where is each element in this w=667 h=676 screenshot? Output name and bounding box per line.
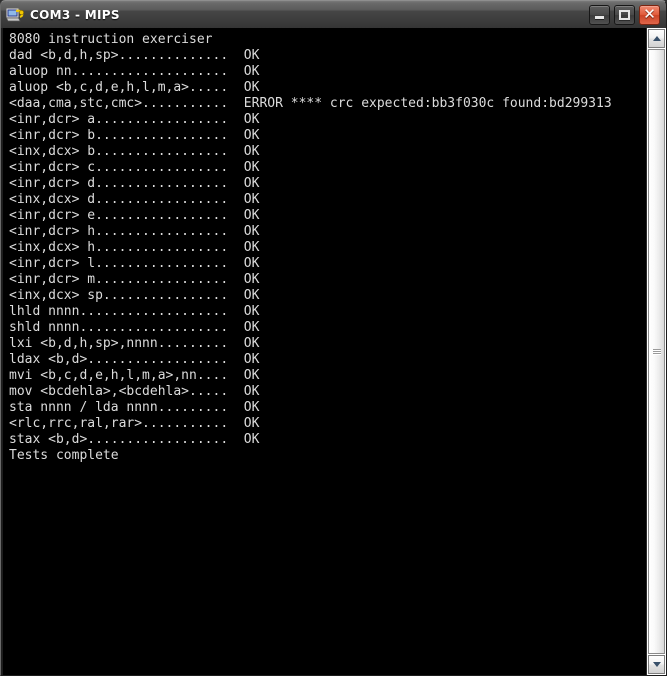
terminal-line: shld nnnn................... OK	[9, 320, 260, 335]
terminal-line: <inr,dcr> e................. OK	[9, 208, 260, 223]
terminal-line: aluop nn.................... OK	[9, 64, 260, 79]
terminal-line: <inr,dcr> h................. OK	[9, 224, 260, 239]
terminal-line: <daa,cma,stc,cmc>........... ERROR **** …	[9, 96, 612, 111]
close-button[interactable]: ✕	[639, 4, 660, 25]
terminal-line: <inx,dcx> d................. OK	[9, 192, 260, 207]
maximize-icon	[619, 9, 630, 20]
terminal-line: ldax <b,d>.................. OK	[9, 352, 260, 367]
terminal-line: mvi <b,c,d,e,h,l,m,a>,nn.... OK	[9, 368, 260, 383]
terminal-line: sta nnnn / lda nnnn......... OK	[9, 400, 260, 415]
vertical-scrollbar[interactable]	[646, 28, 666, 675]
terminal-line: 8080 instruction exerciser	[9, 32, 213, 47]
chevron-up-icon	[652, 36, 661, 41]
terminal-line: lhld nnnn................... OK	[9, 304, 260, 319]
chevron-down-icon	[652, 662, 661, 667]
terminal-line: mov <bcdehla>,<bcdehla>..... OK	[9, 384, 260, 399]
terminal-line: <inr,dcr> d................. OK	[9, 176, 260, 191]
terminal-line: <inr,dcr> l................. OK	[9, 256, 260, 271]
terminal-line: <rlc,rrc,ral,rar>........... OK	[9, 416, 260, 431]
minimize-button[interactable]	[589, 4, 610, 25]
terminal-line: stax <b,d>.................. OK	[9, 432, 260, 447]
scroll-up-button[interactable]	[648, 29, 665, 48]
terminal-line: <inx,dcx> b................. OK	[9, 144, 260, 159]
serial-terminal-icon	[6, 6, 24, 24]
maximize-button[interactable]	[614, 4, 635, 25]
terminal-line: <inr,dcr> b................. OK	[9, 128, 260, 143]
terminal-line: lxi <b,d,h,sp>,nnnn......... OK	[9, 336, 260, 351]
scrollbar-grip-icon	[652, 348, 661, 355]
scroll-down-button[interactable]	[648, 655, 665, 674]
terminal-line: <inx,dcx> h................. OK	[9, 240, 260, 255]
terminal-line: <inr,dcr> m................. OK	[9, 272, 260, 287]
window-body: 8080 instruction exerciser dad <b,d,h,sp>…	[0, 28, 667, 676]
window-title: COM3 - MIPS	[30, 7, 120, 22]
terminal-line: Tests complete	[9, 448, 119, 463]
terminal-window: COM3 - MIPS ✕ 8080 instruction exerciser…	[0, 0, 667, 676]
terminal-output[interactable]: 8080 instruction exerciser dad <b,d,h,sp>…	[1, 28, 646, 675]
title-bar[interactable]: COM3 - MIPS ✕	[0, 0, 667, 28]
terminal-line: <inx,dcx> sp................ OK	[9, 288, 260, 303]
minimize-icon	[595, 16, 604, 19]
scrollbar-track[interactable]	[648, 49, 665, 654]
terminal-line: aluop <b,c,d,e,h,l,m,a>..... OK	[9, 80, 260, 95]
window-controls: ✕	[589, 4, 666, 25]
terminal-line: dad <b,d,h,sp>.............. OK	[9, 48, 260, 63]
close-icon: ✕	[643, 5, 656, 23]
terminal-line: <inr,dcr> a................. OK	[9, 112, 260, 127]
scrollbar-thumb[interactable]	[648, 49, 665, 654]
terminal-line: <inr,dcr> c................. OK	[9, 160, 260, 175]
